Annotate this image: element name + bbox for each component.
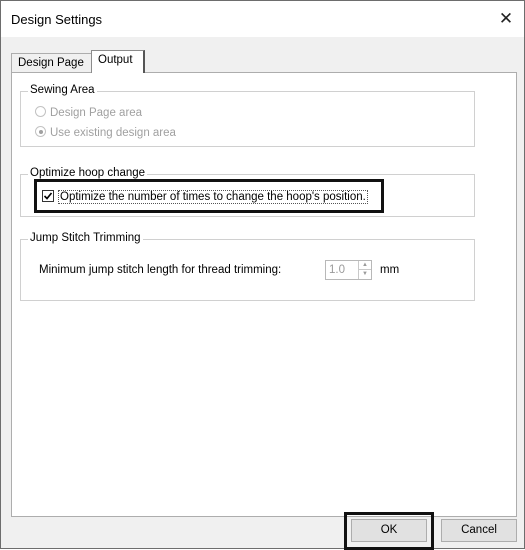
checkbox-checked-icon: [42, 190, 54, 202]
jump-stitch-label: Minimum jump stitch length for thread tr…: [39, 264, 282, 276]
jump-length-spinner[interactable]: 1.0 ▲ ▼: [325, 260, 372, 280]
spin-up-icon[interactable]: ▲: [359, 261, 371, 270]
design-settings-dialog: Design Settings ✕ Design Page Output Sew…: [0, 0, 525, 550]
spinner-buttons: ▲ ▼: [358, 261, 371, 279]
jump-stitch-group: Jump Stitch Trimming Minimum jump stitch…: [20, 232, 475, 301]
spin-down-icon[interactable]: ▼: [359, 270, 371, 279]
output-tab-panel: Sewing Area Design Page area Use existin…: [11, 72, 517, 517]
radio-circle-selected: [35, 126, 46, 137]
title-bar: Design Settings ✕: [1, 1, 524, 37]
dialog-title: Design Settings: [11, 12, 103, 27]
radio-label: Design Page area: [50, 107, 143, 119]
optimize-hoop-legend: Optimize hoop change: [28, 167, 148, 179]
radio-circle: [35, 106, 46, 117]
tab-output[interactable]: Output: [91, 50, 145, 73]
optimize-hoop-label: Optimize the number of times to change t…: [58, 190, 368, 204]
jump-unit: mm: [380, 264, 400, 276]
jump-length-value: 1.0: [329, 264, 345, 276]
radio-label: Use existing design area: [50, 127, 176, 139]
close-icon[interactable]: ✕: [488, 1, 524, 37]
radio-design-page-area[interactable]: Design Page area: [35, 106, 142, 120]
sewing-area-legend: Sewing Area: [28, 84, 97, 96]
sewing-area-group: Sewing Area Design Page area Use existin…: [20, 84, 475, 147]
optimize-hoop-checkbox[interactable]: Optimize the number of times to change t…: [42, 190, 368, 204]
cancel-button[interactable]: Cancel: [441, 519, 517, 542]
ok-button[interactable]: OK: [351, 519, 427, 542]
jump-stitch-legend: Jump Stitch Trimming: [28, 232, 143, 244]
tab-design-page[interactable]: Design Page: [11, 53, 92, 72]
radio-use-existing-design-area[interactable]: Use existing design area: [35, 126, 176, 140]
